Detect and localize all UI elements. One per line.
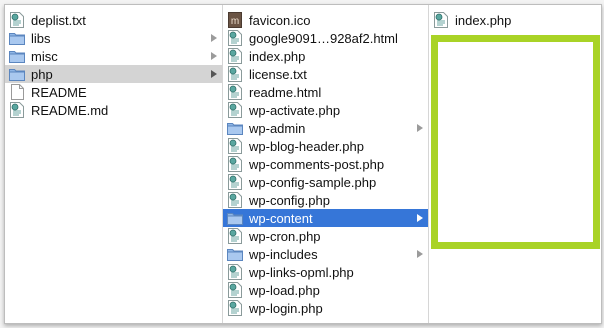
disclosure-arrow-icon (417, 250, 423, 258)
column-wp-content-folder[interactable]: index.php (428, 5, 601, 323)
file-item-license-txt[interactable]: license.txt (223, 65, 428, 83)
file-item-favicon-ico[interactable]: m favicon.ico (223, 11, 428, 29)
folder-item-wp-content[interactable]: wp-content (223, 209, 428, 227)
file-item-readme-html[interactable]: readme.html (223, 83, 428, 101)
folder-item-php[interactable]: php (5, 65, 222, 83)
file-item-wp-blog-header-php[interactable]: wp-blog-header.php (223, 137, 428, 155)
script-file-icon (227, 228, 243, 244)
folder-icon (9, 30, 25, 46)
disclosure-arrow-icon (417, 214, 423, 222)
script-file-icon (9, 12, 25, 28)
script-file-icon (227, 84, 243, 100)
script-file-icon (227, 282, 243, 298)
folder-icon (227, 246, 243, 262)
script-file-icon (433, 12, 449, 28)
item-label: php (31, 66, 53, 82)
script-file-icon (227, 192, 243, 208)
script-file-icon (227, 102, 243, 118)
script-file-icon (227, 300, 243, 316)
item-label: deplist.txt (31, 12, 86, 28)
file-list: deplist.txt libs misc php README README.md (5, 11, 222, 119)
disclosure-arrow-icon (417, 124, 423, 132)
folder-icon (227, 120, 243, 136)
item-label: libs (31, 30, 51, 46)
item-label: wp-links-opml.php (249, 264, 354, 280)
item-label: google9091…928af2.html (249, 30, 398, 46)
ico-file-icon: m (227, 12, 243, 28)
script-file-icon (227, 138, 243, 154)
file-item-wp-load-php[interactable]: wp-load.php (223, 281, 428, 299)
item-label: wp-cron.php (249, 228, 321, 244)
file-item-wp-activate-php[interactable]: wp-activate.php (223, 101, 428, 119)
file-item-wp-config-php[interactable]: wp-config.php (223, 191, 428, 209)
file-item-google9091-928af2-html[interactable]: google9091…928af2.html (223, 29, 428, 47)
script-file-icon (227, 264, 243, 280)
folder-icon (227, 210, 243, 226)
file-item-wp-cron-php[interactable]: wp-cron.php (223, 227, 428, 245)
item-label: license.txt (249, 66, 307, 82)
script-file-icon (9, 102, 25, 118)
item-label: index.php (249, 48, 306, 64)
item-label: readme.html (249, 84, 322, 100)
folder-item-libs[interactable]: libs (5, 29, 222, 47)
file-item-index-php[interactable]: index.php (223, 47, 428, 65)
file-item-readme[interactable]: README (5, 83, 222, 101)
item-label: favicon.ico (249, 12, 311, 28)
item-label: index.php (455, 12, 512, 28)
file-list: m favicon.ico google9091…928af2.html index.… (223, 11, 428, 317)
disclosure-arrow-icon (211, 52, 217, 60)
disclosure-arrow-icon (211, 70, 217, 78)
file-item-readme-md[interactable]: README.md (5, 101, 222, 119)
file-item-wp-comments-post-php[interactable]: wp-comments-post.php (223, 155, 428, 173)
folder-item-wp-admin[interactable]: wp-admin (223, 119, 428, 137)
file-item-deplist-txt[interactable]: deplist.txt (5, 11, 222, 29)
item-label: wp-admin (249, 120, 306, 136)
item-label: wp-activate.php (249, 102, 341, 118)
item-label: README.md (31, 102, 109, 118)
item-label: wp-load.php (249, 282, 320, 298)
folder-icon (9, 66, 25, 82)
file-item-wp-links-opml-php[interactable]: wp-links-opml.php (223, 263, 428, 281)
item-label: wp-config-sample.php (249, 174, 377, 190)
folder-item-wp-includes[interactable]: wp-includes (223, 245, 428, 263)
file-list: index.php (429, 11, 601, 29)
column-parent-folder[interactable]: deplist.txt libs misc php README README.md (5, 5, 222, 323)
item-label: wp-config.php (249, 192, 330, 208)
script-file-icon (227, 156, 243, 172)
column-php-folder[interactable]: m favicon.ico google9091…928af2.html index.… (222, 5, 428, 323)
folder-item-misc[interactable]: misc (5, 47, 222, 65)
finder-column-view: deplist.txt libs misc php README README.md mf… (4, 4, 602, 324)
item-label: wp-includes (249, 246, 318, 262)
folder-icon (9, 48, 25, 64)
script-file-icon (227, 30, 243, 46)
item-label: wp-login.php (249, 300, 323, 316)
script-file-icon (227, 66, 243, 82)
file-item-wp-login-php[interactable]: wp-login.php (223, 299, 428, 317)
item-label: wp-blog-header.php (249, 138, 364, 154)
svg-text:m: m (231, 16, 239, 27)
item-label: misc (31, 48, 58, 64)
script-file-icon (227, 174, 243, 190)
blank-file-icon (9, 84, 25, 100)
item-label: wp-content (249, 210, 313, 226)
file-item-wp-config-sample-php[interactable]: wp-config-sample.php (223, 173, 428, 191)
item-label: wp-comments-post.php (249, 156, 385, 172)
highlight-box (431, 35, 600, 249)
script-file-icon (227, 48, 243, 64)
file-item-index-php[interactable]: index.php (429, 11, 601, 29)
item-label: README (31, 84, 87, 100)
disclosure-arrow-icon (211, 34, 217, 42)
